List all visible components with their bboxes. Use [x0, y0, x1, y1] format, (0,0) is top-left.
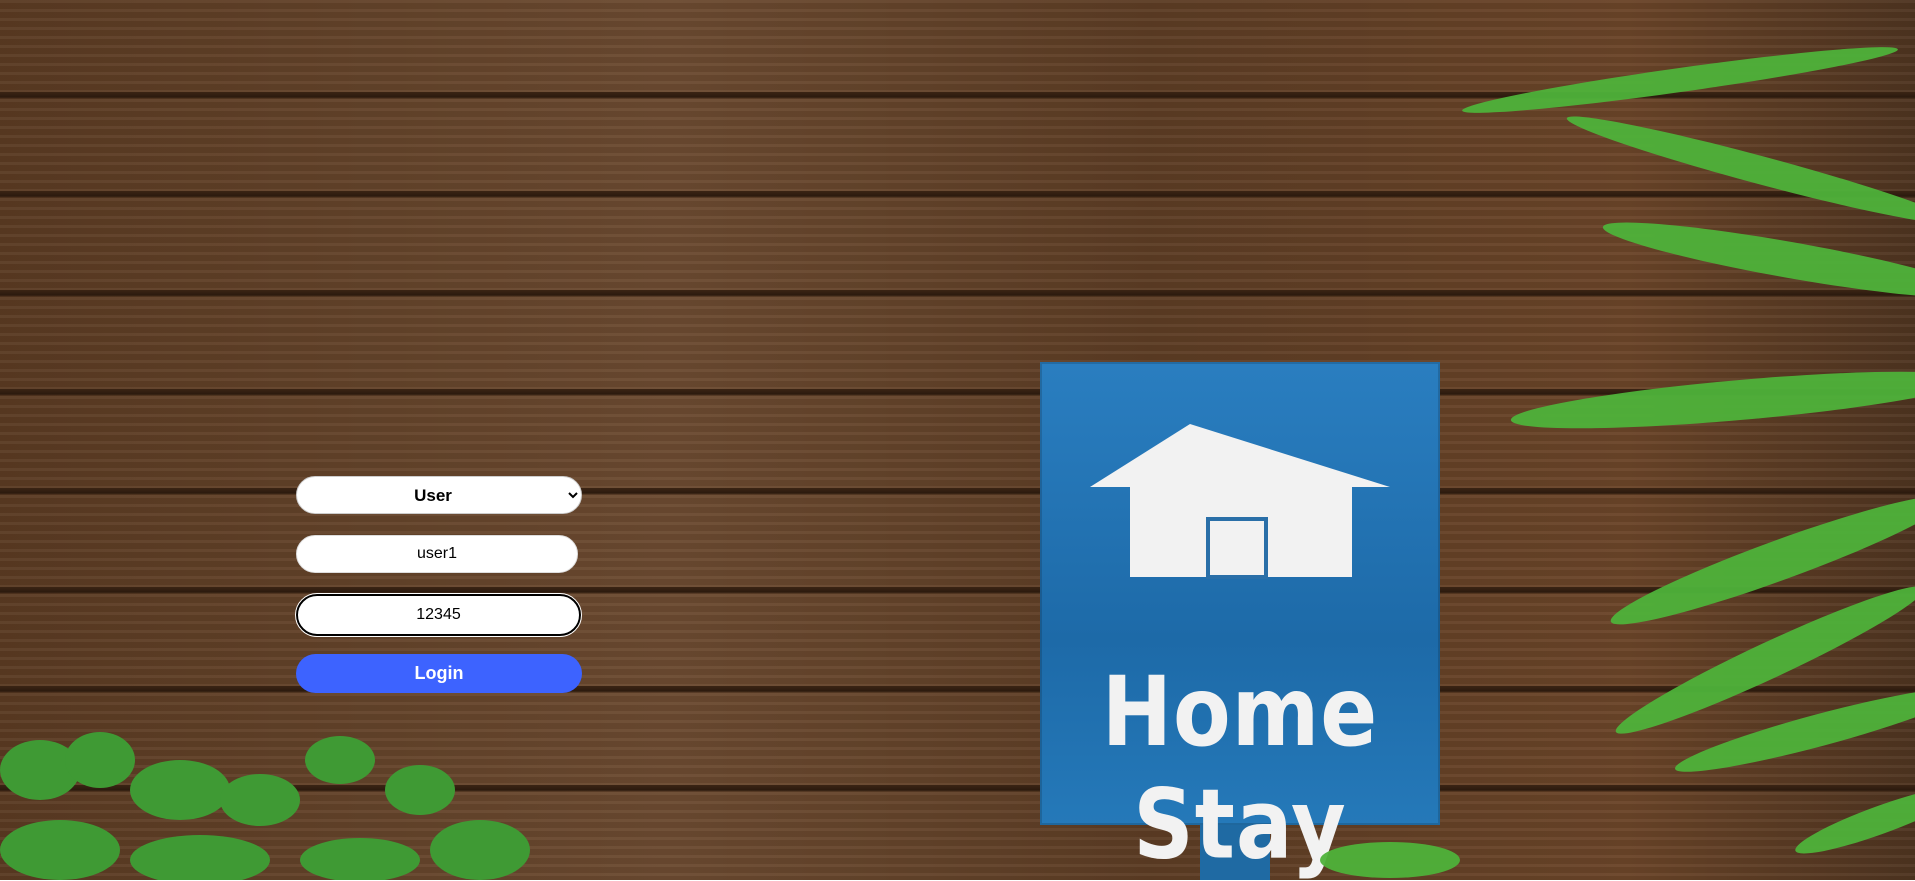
username-input[interactable]: [296, 535, 578, 573]
password-input[interactable]: [295, 593, 582, 637]
login-button[interactable]: Login: [296, 654, 582, 693]
foliage-decoration: [0, 47, 1915, 880]
role-select[interactable]: User: [296, 476, 582, 514]
